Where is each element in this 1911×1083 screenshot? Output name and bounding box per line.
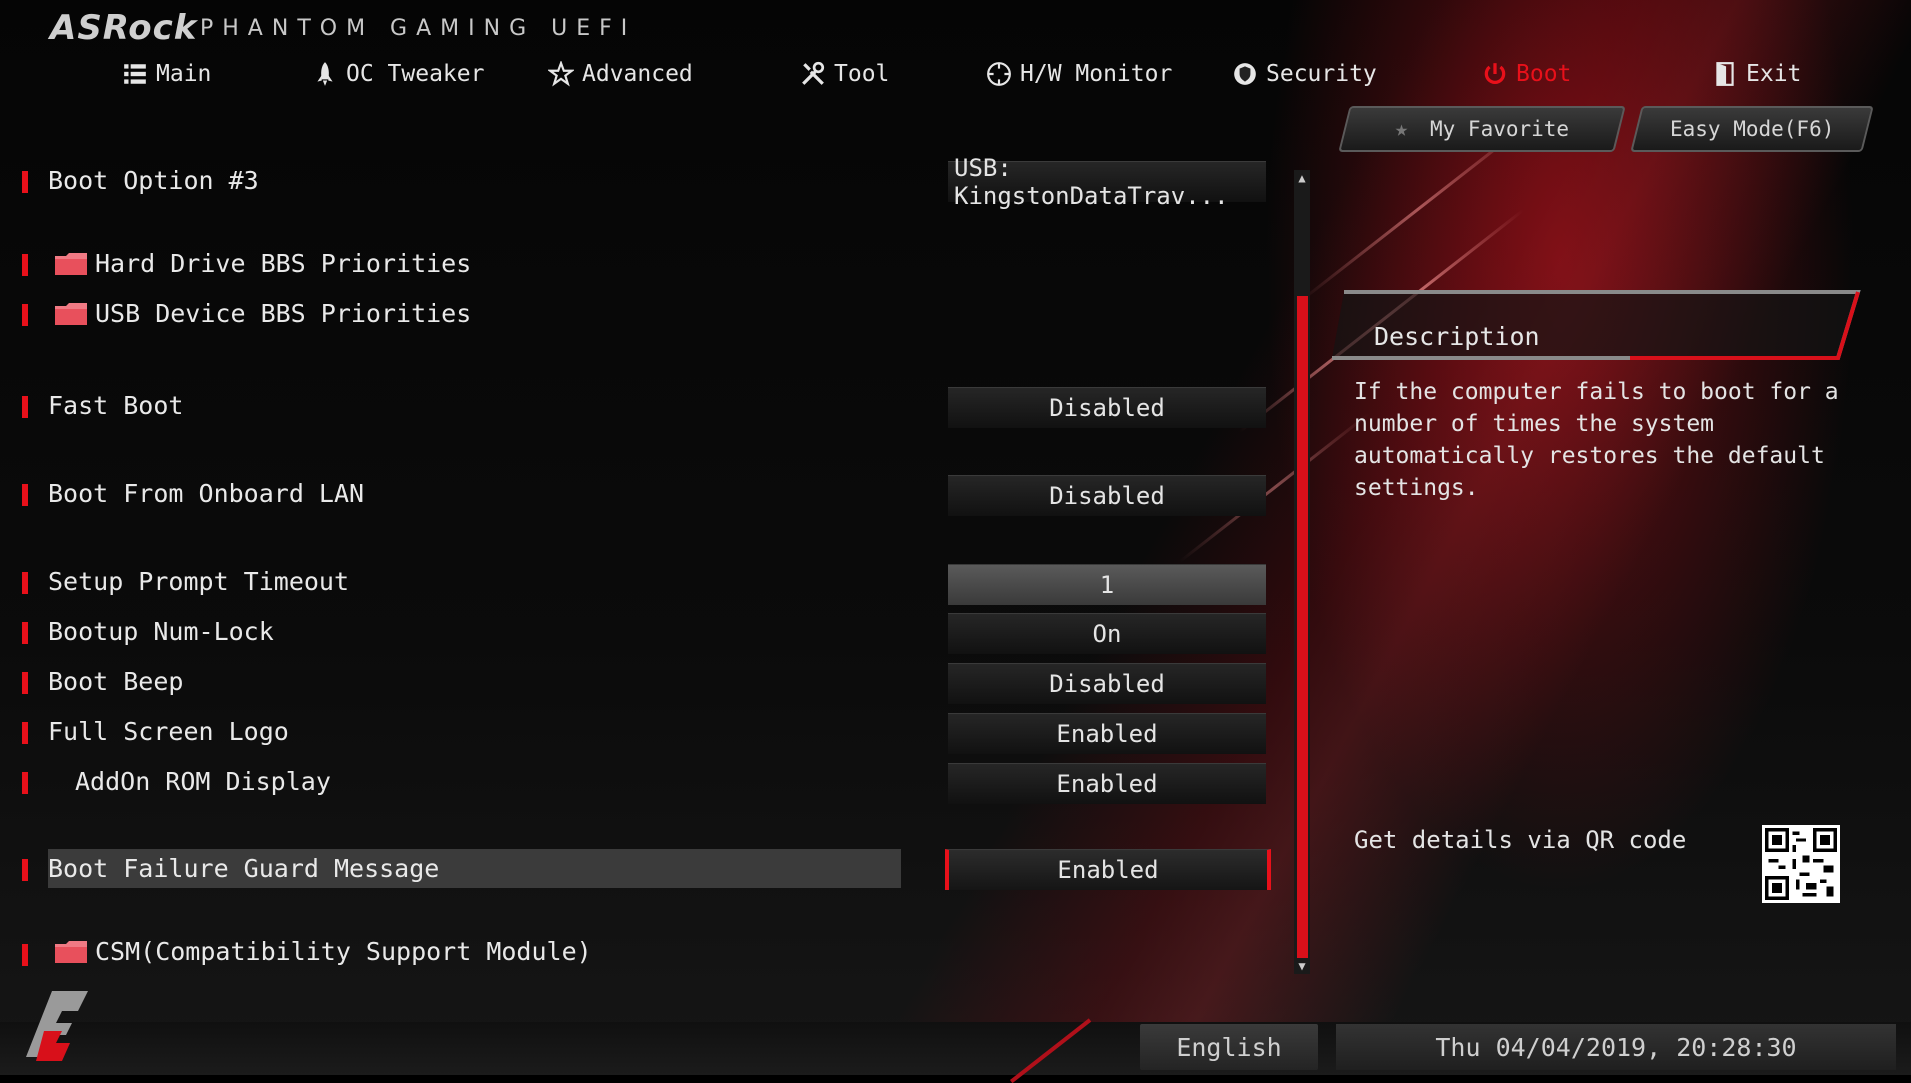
power-icon: [1484, 63, 1506, 85]
tab-main-label: Main: [156, 61, 212, 87]
tab-boot-label: Boot: [1516, 61, 1572, 87]
tab-boot[interactable]: Boot: [1482, 56, 1571, 92]
setting-value-addon-rom-display[interactable]: Enabled: [948, 763, 1266, 804]
setting-label-setup-prompt-timeout[interactable]: Setup Prompt Timeout: [48, 567, 349, 596]
monitor-gauge-icon: [987, 62, 1011, 86]
description-text: If the computer fails to boot for a numb…: [1354, 379, 1839, 501]
row-marker: [22, 396, 28, 418]
row-marker: [22, 171, 28, 193]
tab-advanced-label: Advanced: [582, 61, 693, 87]
tab-tool-label: Tool: [834, 61, 890, 87]
row-marker: [22, 254, 28, 276]
row-marker: [22, 572, 28, 594]
row-marker: [22, 772, 28, 794]
scroll-down-arrow-icon[interactable]: ▼: [1294, 958, 1310, 974]
row-marker: [22, 859, 28, 881]
row-marker: [22, 622, 28, 644]
star-icon: [548, 61, 574, 87]
submenu-hard-drive-bbs-priorities[interactable]: Hard Drive BBS Priorities: [95, 249, 471, 278]
exit-door-icon: [1716, 62, 1734, 86]
tab-exit[interactable]: Exit: [1712, 56, 1801, 92]
system-datetime: Thu 04/04/2019, 20:28:30: [1336, 1024, 1896, 1070]
qr-code-icon: [1762, 825, 1840, 903]
list-icon: [124, 64, 146, 84]
setting-label-fast-boot[interactable]: Fast Boot: [48, 391, 183, 420]
tab-tool[interactable]: Tool: [800, 56, 889, 92]
setting-label-full-screen-logo[interactable]: Full Screen Logo: [48, 717, 289, 746]
language-button[interactable]: English: [1140, 1024, 1318, 1070]
setting-value-boot-beep[interactable]: Disabled: [948, 663, 1266, 704]
row-marker: [22, 672, 28, 694]
setting-value-boot-option-3[interactable]: USB: KingstonDataTrav...: [948, 154, 1266, 210]
tab-exit-label: Exit: [1746, 61, 1802, 87]
brand-subtitle: PHANTOM GAMING UEFI: [200, 16, 637, 41]
setting-value-boot-failure-guard-message[interactable]: Enabled: [945, 849, 1271, 890]
easy-mode-label: Easy Mode(F6): [1669, 117, 1835, 141]
qr-code-label: Get details via QR code: [1354, 826, 1687, 854]
tab-security-label: Security: [1266, 61, 1377, 87]
setting-value-full-screen-logo[interactable]: Enabled: [948, 713, 1266, 754]
setting-label-addon-rom-display[interactable]: AddOn ROM Display: [75, 767, 331, 796]
folder-icon: [55, 303, 87, 325]
setting-value-setup-prompt-timeout[interactable]: 1: [948, 564, 1266, 605]
row-marker: [22, 944, 28, 966]
setting-value-fast-boot[interactable]: Disabled: [948, 387, 1266, 428]
submenu-csm[interactable]: CSM(Compatibility Support Module): [95, 937, 592, 966]
tab-oc-tweaker[interactable]: OC Tweaker: [312, 56, 484, 92]
easy-mode-button[interactable]: Easy Mode(F6): [1630, 106, 1874, 152]
brand-logo: ASRock: [50, 8, 198, 48]
scroll-up-arrow-icon[interactable]: ▲: [1294, 170, 1310, 186]
favorite-star-icon: ★: [1394, 116, 1409, 142]
row-marker: [22, 722, 28, 744]
tab-security[interactable]: Security: [1232, 56, 1377, 92]
setting-value-boot-from-onboard-lan[interactable]: Disabled: [948, 475, 1266, 516]
rocket-icon: [317, 62, 333, 86]
setting-label-boot-option-3[interactable]: Boot Option #3: [48, 166, 259, 195]
row-marker: [22, 484, 28, 506]
my-favorite-label: My Favorite: [1430, 117, 1570, 141]
setting-label-boot-failure-guard-message[interactable]: Boot Failure Guard Message: [48, 854, 439, 883]
setting-label-boot-from-onboard-lan[interactable]: Boot From Onboard LAN: [48, 479, 364, 508]
tab-main[interactable]: Main: [122, 56, 211, 92]
folder-icon: [55, 941, 87, 963]
submenu-usb-device-bbs-priorities[interactable]: USB Device BBS Priorities: [95, 299, 471, 328]
shield-icon: [1234, 63, 1256, 85]
setting-value-bootup-num-lock[interactable]: On: [948, 613, 1266, 654]
setting-label-bootup-num-lock[interactable]: Bootup Num-Lock: [48, 617, 274, 646]
tab-hw-monitor-label: H/W Monitor: [1020, 61, 1173, 87]
scrollbar-thumb[interactable]: [1297, 296, 1308, 958]
my-favorite-button[interactable]: ★ My Favorite: [1338, 106, 1626, 152]
tab-advanced[interactable]: Advanced: [548, 56, 693, 92]
tools-icon: [802, 61, 825, 85]
tab-hw-monitor[interactable]: H/W Monitor: [986, 56, 1172, 92]
setting-label-boot-beep[interactable]: Boot Beep: [48, 667, 183, 696]
phantom-gaming-logo-icon: [26, 991, 88, 1061]
row-marker: [22, 304, 28, 326]
folder-icon: [55, 253, 87, 275]
tab-oc-tweaker-label: OC Tweaker: [346, 61, 485, 87]
description-title: Description: [1374, 322, 1540, 351]
